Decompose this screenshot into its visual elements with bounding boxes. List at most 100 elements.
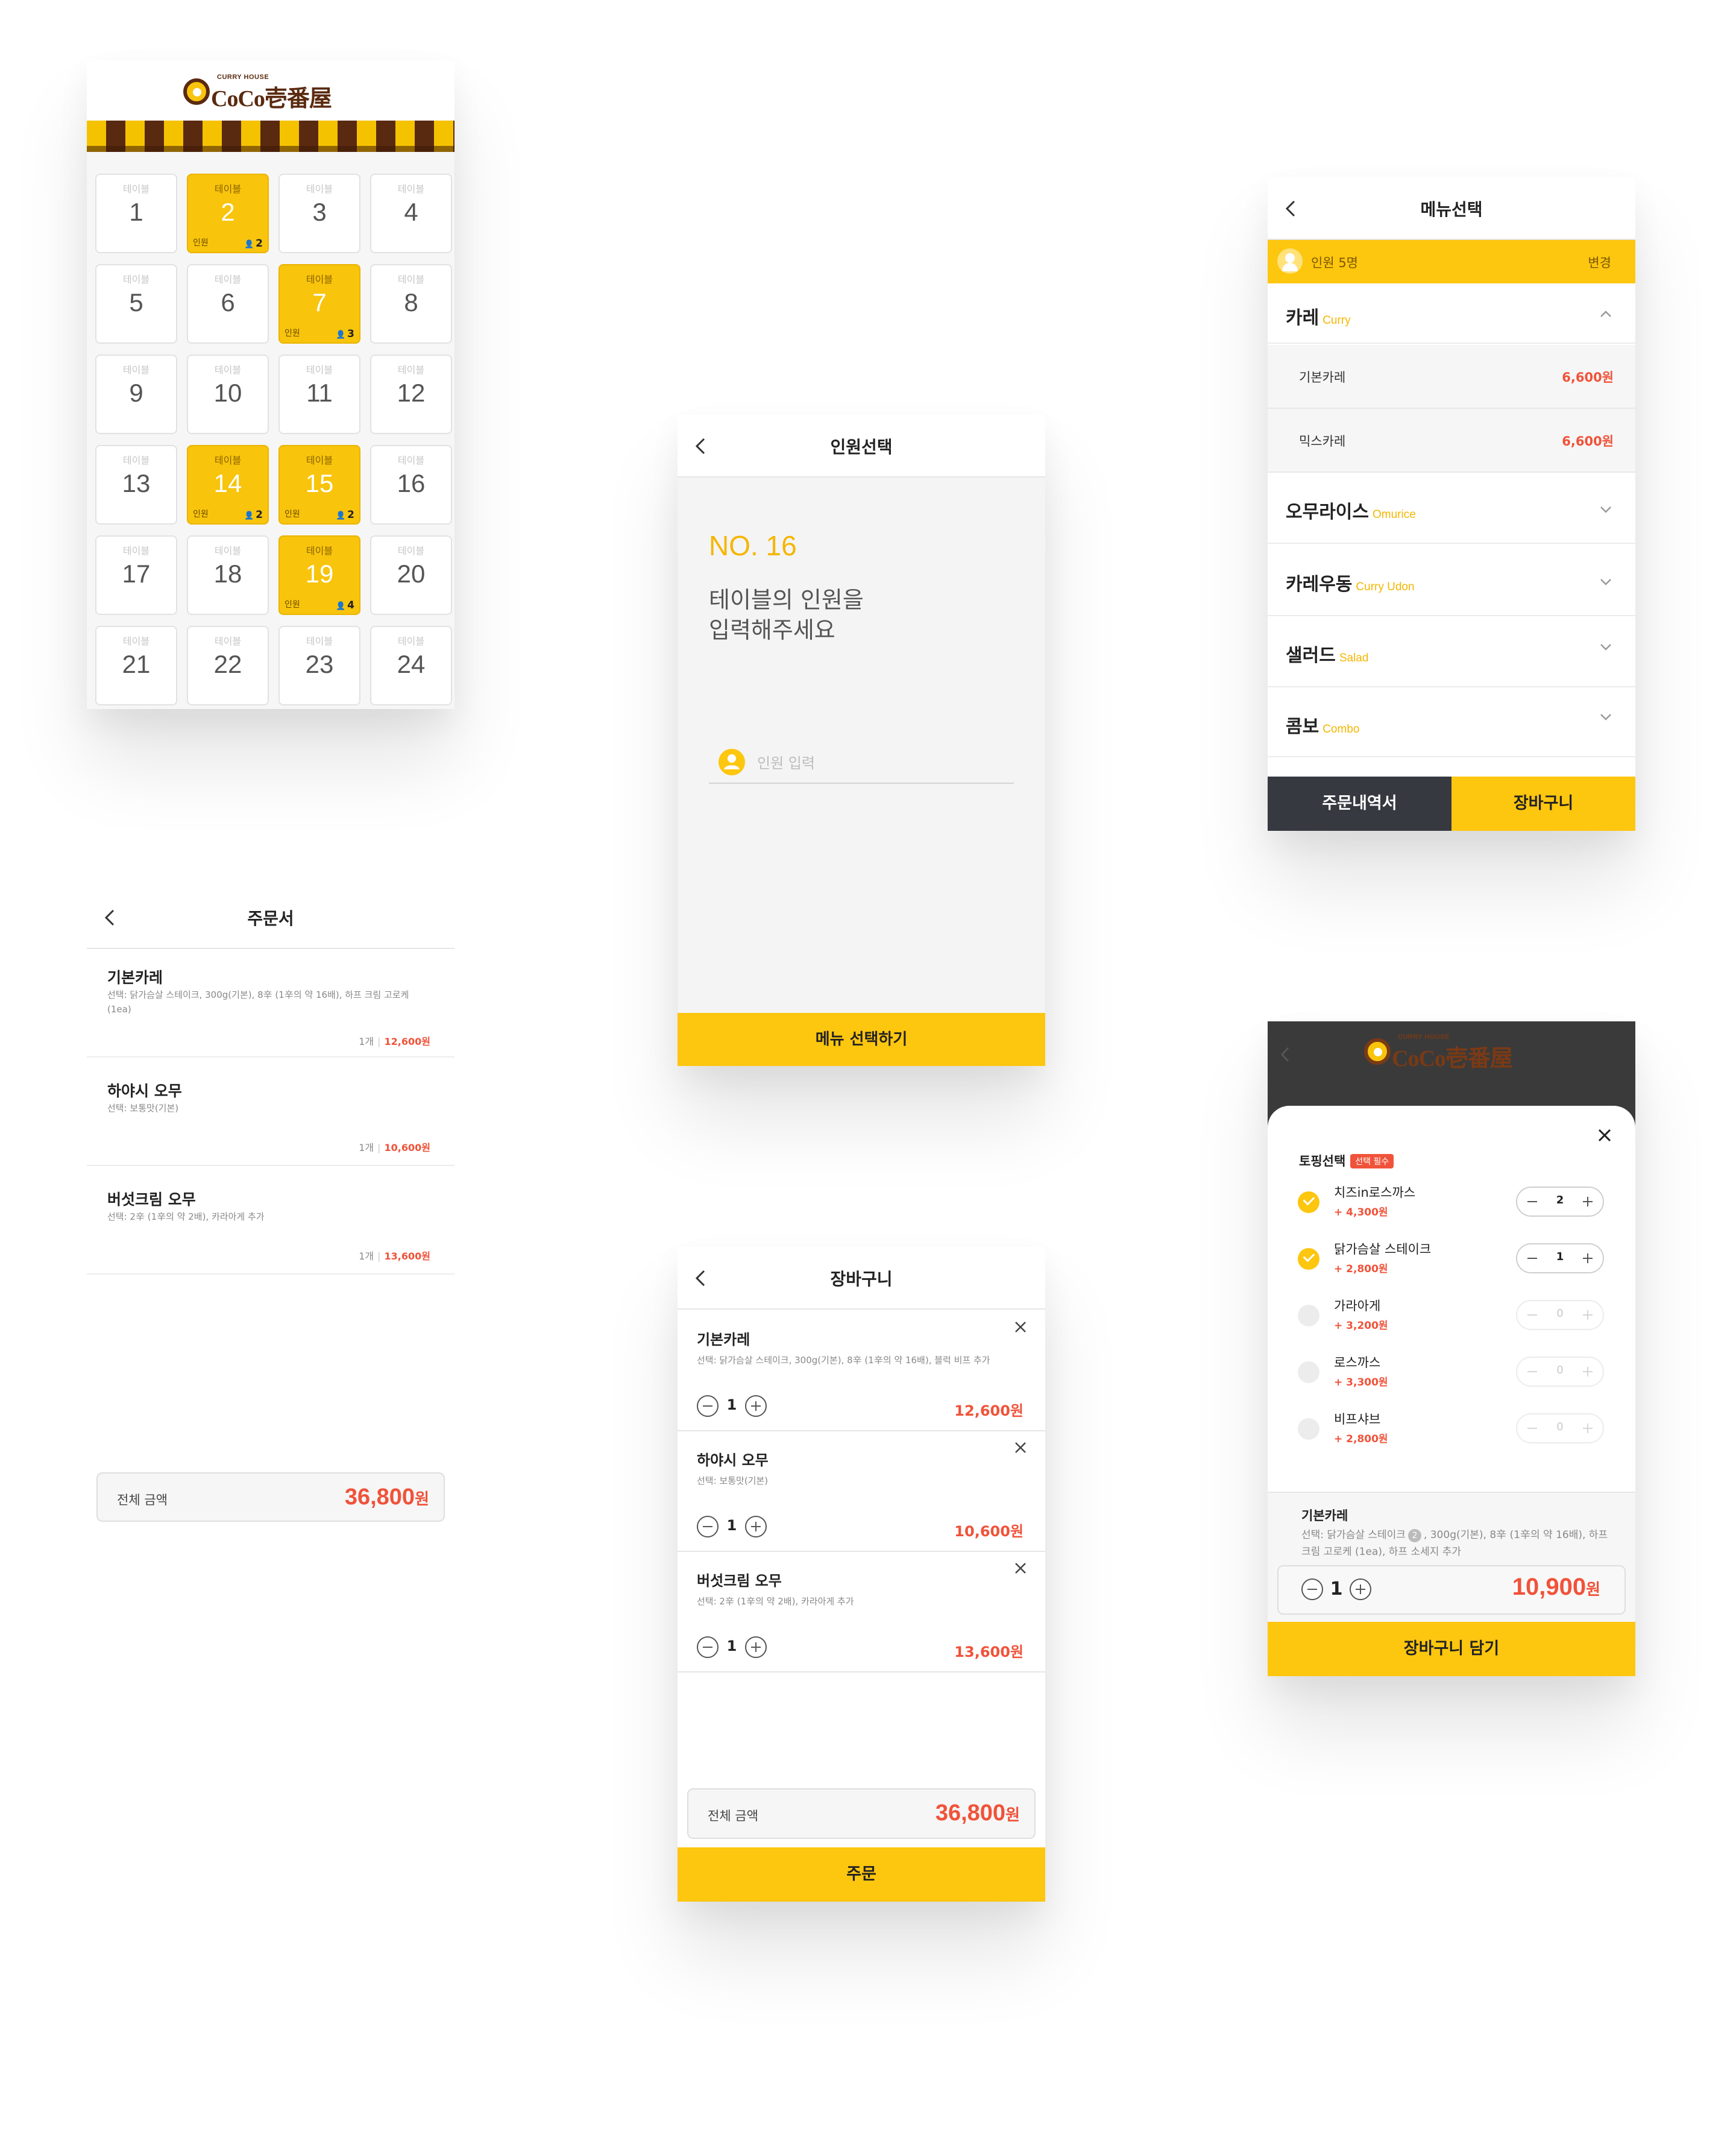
topping-price: + 3,300원 [1334, 1376, 1388, 1389]
check-circle-icon[interactable] [1298, 1248, 1319, 1270]
section-title-text: 토핑선택 [1299, 1154, 1346, 1168]
guest-count-value: 4 [347, 599, 354, 611]
category-en: Curry [1322, 314, 1351, 327]
order-item-price: 13,600원 [384, 1250, 430, 1262]
quantity-value: 1 [726, 1396, 737, 1413]
order-item-name: 하야시 오무 [107, 1082, 182, 1100]
menu-item-basic-curry[interactable]: 기본카레 6,600원 [1268, 345, 1635, 409]
chevron-down-icon [1600, 506, 1611, 513]
category-omurice[interactable]: 오무라이스 Omurice [1268, 473, 1635, 544]
table-6[interactable]: 테이블 6 [187, 264, 269, 344]
minus-icon[interactable] [697, 1395, 719, 1417]
table-number: 15 [305, 469, 334, 497]
cart-item-options: 선택: 닭가슴살 스테이크, 300g(기본), 8辛 (1辛의 약 16배),… [697, 1355, 990, 1366]
table-21[interactable]: 테이블 21 [95, 626, 177, 705]
minus-icon[interactable] [697, 1636, 719, 1658]
category-salad[interactable]: 샐러드 Salad [1268, 617, 1635, 687]
topping-quantity: 1 [1556, 1250, 1564, 1263]
total-unit: 원 [1005, 1806, 1020, 1824]
topping-option[interactable]: 가라아게 + 3,200원 0 [1268, 1291, 1635, 1348]
table-19[interactable]: 테이블 19 인원 👤 4 [278, 535, 360, 615]
order-item-options: 선택: 2辛 (1辛의 약 2배), 카라아게 추가 [107, 1211, 265, 1222]
topping-quantity-stepper: 2 [1516, 1187, 1604, 1217]
check-circle-icon[interactable] [1298, 1361, 1319, 1383]
table-4[interactable]: 테이블 4 [370, 174, 452, 253]
check-circle-icon[interactable] [1298, 1305, 1319, 1326]
menu-item-mix-curry[interactable]: 믹스카레 6,600원 [1268, 409, 1635, 473]
plus-icon[interactable] [1350, 1578, 1371, 1600]
table-number: 5 [129, 288, 143, 317]
close-icon[interactable] [1597, 1127, 1612, 1143]
category-curry-udon[interactable]: 카레우동 Curry Udon [1268, 545, 1635, 616]
menu-item-price: 6,600원 [1562, 370, 1614, 385]
remove-item-icon[interactable] [1014, 1441, 1027, 1454]
page-title: 주문서 [247, 909, 294, 929]
table-2[interactable]: 테이블 2 인원 👤 2 [187, 174, 269, 253]
quantity-stepper: 1 [697, 1636, 781, 1660]
cart-item: 하야시 오무 선택: 보통맛(기본) 1 10,600원 [678, 1430, 1045, 1552]
person-count-input[interactable] [757, 750, 998, 777]
table-label: 테이블 [397, 274, 425, 285]
topping-option[interactable]: 치즈in로스까스 + 4,300원 2 [1268, 1178, 1635, 1235]
table-7[interactable]: 테이블 7 인원 👤 3 [278, 264, 360, 344]
table-13[interactable]: 테이블 13 [95, 445, 177, 525]
order-history-button[interactable]: 주문내역서 [1268, 777, 1451, 831]
guest-label: 인원 [285, 509, 300, 519]
table-12[interactable]: 테이블 12 [370, 355, 452, 434]
table-1[interactable]: 테이블 1 [95, 174, 177, 253]
table-5[interactable]: 테이블 5 [95, 264, 177, 344]
table-18[interactable]: 테이블 18 [187, 535, 269, 615]
minus-icon[interactable] [1526, 1195, 1539, 1208]
table-20[interactable]: 테이블 20 [370, 535, 452, 615]
guest-count-value: 3 [347, 328, 354, 340]
topping-price: + 2,800원 [1334, 1433, 1388, 1445]
place-order-button[interactable]: 주문 [678, 1847, 1045, 1902]
select-menu-button[interactable]: 메뉴 선택하기 [678, 1013, 1045, 1066]
table-3[interactable]: 테이블 3 [278, 174, 360, 253]
table-10[interactable]: 테이블 10 [187, 355, 269, 434]
table-17[interactable]: 테이블 17 [95, 535, 177, 615]
table-8[interactable]: 테이블 8 [370, 264, 452, 344]
remove-item-icon[interactable] [1014, 1562, 1027, 1575]
selection-summary: 기본카레 선택: 닭가슴살 스테이크 2, 300g(기본), 8辛 (1辛의 약… [1268, 1492, 1635, 1628]
cart-button[interactable]: 장바구니 [1451, 777, 1635, 831]
topping-option[interactable]: 로스까스 + 3,300원 0 [1268, 1348, 1635, 1405]
minus-icon[interactable] [1526, 1252, 1539, 1265]
table-14[interactable]: 테이블 14 인원 👤 2 [187, 445, 269, 525]
category-combo[interactable]: 콤보 Combo [1268, 689, 1635, 757]
topping-option[interactable]: 닭가슴살 스테이크 + 2,800원 1 [1268, 1235, 1635, 1291]
total-amount-box: 전체 금액 36,800원 [687, 1788, 1036, 1839]
table-9[interactable]: 테이블 9 [95, 355, 177, 434]
check-circle-icon[interactable] [1298, 1418, 1319, 1440]
table-11[interactable]: 테이블 11 [278, 355, 360, 434]
table-15[interactable]: 테이블 15 인원 👤 2 [278, 445, 360, 525]
table-16[interactable]: 테이블 16 [370, 445, 452, 525]
remove-item-icon[interactable] [1014, 1320, 1027, 1334]
prompt-text: 테이블의 인원을 입력해주세요 [709, 585, 864, 645]
category-name: 오무라이스 [1286, 502, 1369, 523]
topping-quantity: 0 [1556, 1307, 1564, 1320]
minus-icon[interactable] [697, 1516, 719, 1537]
category-en: Combo [1322, 723, 1360, 736]
table-label: 테이블 [397, 455, 425, 466]
plus-icon[interactable] [1581, 1252, 1594, 1265]
person-count-field [709, 745, 1014, 784]
plus-icon[interactable] [745, 1395, 767, 1417]
table-status-screen: CURRY HOUSE CoCo壱番屋 테이블 1 테이블 2 인원 👤 2 테이블 3 테이블 4… [87, 60, 454, 709]
guest-label: 인원 [285, 329, 300, 338]
plus-icon[interactable] [1581, 1195, 1594, 1208]
topping-quantity: 0 [1556, 1364, 1564, 1376]
plus-icon[interactable] [745, 1516, 767, 1537]
table-22[interactable]: 테이블 22 [187, 626, 269, 705]
bottom-action-bar: 주문내역서 장바구니 [1268, 777, 1635, 831]
table-23[interactable]: 테이블 23 [278, 626, 360, 705]
table-24[interactable]: 테이블 24 [370, 626, 452, 705]
add-to-cart-button[interactable]: 장바구니 담기 [1268, 1622, 1635, 1676]
minus-icon[interactable] [1301, 1578, 1323, 1600]
change-people-link[interactable]: 변경 [1588, 253, 1611, 271]
category-curry[interactable]: 카레 Curry [1268, 283, 1635, 344]
check-circle-icon[interactable] [1298, 1191, 1319, 1213]
order-item-qty-price: 1개 | 10,600원 [359, 1142, 430, 1153]
topping-option[interactable]: 비프샤브 + 2,800원 0 [1268, 1405, 1635, 1461]
plus-icon[interactable] [745, 1636, 767, 1658]
